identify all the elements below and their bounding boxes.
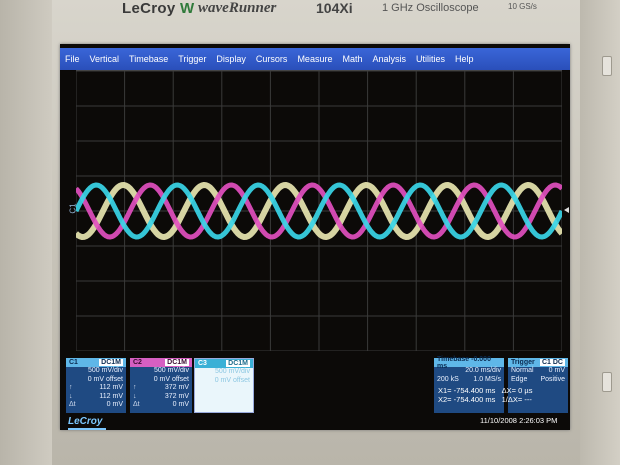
meas-key: Δt — [133, 401, 140, 409]
waveform-display — [76, 71, 562, 351]
meas-value: 112 mV — [99, 392, 123, 400]
channel-tag: C3 — [198, 360, 207, 367]
trigger-type: Edge — [511, 375, 528, 383]
brand-logo-w: W — [180, 0, 195, 17]
menu-timebase[interactable]: Timebase — [124, 54, 173, 64]
channel-marker: C1 — [68, 203, 78, 214]
device-subtitle: 1 GHz Oscilloscope — [382, 2, 479, 14]
sample-count: 200 kS — [437, 375, 459, 383]
bezel-right-frame — [580, 0, 620, 465]
waveform-grid[interactable] — [76, 70, 562, 371]
cursor-dx-value: 0 µs — [518, 386, 533, 395]
channel-2-panel[interactable]: C2 DC1M 500 mV/div 0 mV offset ↑ 372 mV ↓ 3… — [130, 358, 192, 413]
meas-value: 0 mV — [106, 401, 123, 409]
meas-key: ↓ — [133, 392, 137, 400]
meas-value: 112 mV — [99, 384, 123, 392]
cursor-inv-dx-label: 1/ΔX= — [501, 395, 523, 404]
coupling-badge: DC1M — [226, 360, 250, 367]
trigger-level-marker[interactable] — [564, 207, 569, 213]
footer-logo: LeCroy — [68, 416, 103, 427]
trigger-mode: Normal — [511, 367, 534, 374]
offset-value: 0 mV offset — [214, 376, 250, 384]
channel-1-panel[interactable]: C1 DC1M 500 mV/div 0 mV offset ↑ 112 mV ↓ 1… — [66, 358, 126, 413]
brand-header: LeCroy W waveRunner 104Xi 1 GHz Oscillos… — [100, 0, 550, 20]
meas-key: ↑ — [69, 384, 73, 392]
trigger-level: 0 mV — [548, 367, 565, 374]
coupling-badge: DC1M — [99, 359, 123, 366]
series-name: waveRunner — [198, 0, 277, 16]
volts-per-div: 500 mV/div — [87, 367, 123, 374]
offset-value: 0 mV offset — [87, 375, 123, 383]
side-button-bottom[interactable] — [602, 372, 612, 392]
channel-tag: C1 — [69, 359, 78, 366]
menu-bar: File Vertical Timebase Trigger Display Cursor… — [60, 48, 570, 70]
time-per-div: 20.0 ms/div — [465, 367, 501, 374]
volts-per-div: 500 mV/div — [153, 367, 189, 374]
trigger-slope: Positive — [540, 375, 565, 383]
cursor-x1-label: X1= — [438, 386, 452, 395]
channel-tag: C2 — [133, 359, 142, 366]
menu-help[interactable]: Help — [450, 54, 479, 64]
side-button-top[interactable] — [602, 56, 612, 76]
brand-name: LeCroy — [122, 0, 176, 17]
cursor-x1-value: -754.400 ms — [453, 386, 496, 395]
menu-measure[interactable]: Measure — [292, 54, 337, 64]
cursor-inv-dx-value: --- — [524, 395, 532, 404]
menu-file[interactable]: File — [60, 54, 85, 64]
menu-math[interactable]: Math — [337, 54, 367, 64]
model-number: 104Xi — [316, 0, 353, 16]
menu-cursors[interactable]: Cursors — [251, 54, 293, 64]
meas-value: 372 mV — [164, 384, 189, 392]
cursor-x2-value: -754.400 ms — [453, 395, 496, 404]
volts-per-div: 500 mV/div — [214, 368, 250, 375]
trigger-source-badge: C1 DC — [539, 359, 565, 366]
timestamp: 11/10/2008 2:26:03 PM — [480, 416, 558, 425]
cursor-readout: X1= -754.400 ms ΔX= 0 µs X2= -754.400 ms… — [438, 386, 532, 404]
cursor-x2-label: X2= — [438, 395, 452, 404]
menu-trigger[interactable]: Trigger — [173, 54, 211, 64]
scope-screen: File Vertical Timebase Trigger Display Cursor… — [60, 44, 570, 430]
menu-analysis[interactable]: Analysis — [367, 54, 411, 64]
bezel-left-frame — [0, 0, 52, 465]
menu-display[interactable]: Display — [211, 54, 251, 64]
coupling-badge: DC1M — [165, 359, 189, 366]
channel-3-panel[interactable]: C3 DC1M 500 mV/div 0 mV offset — [194, 358, 254, 413]
menu-utilities[interactable]: Utilities — [411, 54, 450, 64]
sample-rate: 1.0 MS/s — [473, 375, 501, 383]
offset-value: 0 mV offset — [153, 375, 189, 383]
meas-key: Δt — [69, 401, 76, 409]
meas-key: ↓ — [69, 392, 73, 400]
meas-value: 0 mV — [172, 401, 189, 409]
cursor-dx-label: ΔX= — [501, 386, 517, 395]
trigger-header: Trigger — [511, 359, 535, 366]
meas-key: ↑ — [133, 384, 137, 392]
meas-value: 372 mV — [164, 392, 189, 400]
menu-vertical[interactable]: Vertical — [85, 54, 125, 64]
footer-logo-underline — [68, 428, 106, 430]
sample-rate-badge: 10 GS/s — [508, 2, 537, 11]
